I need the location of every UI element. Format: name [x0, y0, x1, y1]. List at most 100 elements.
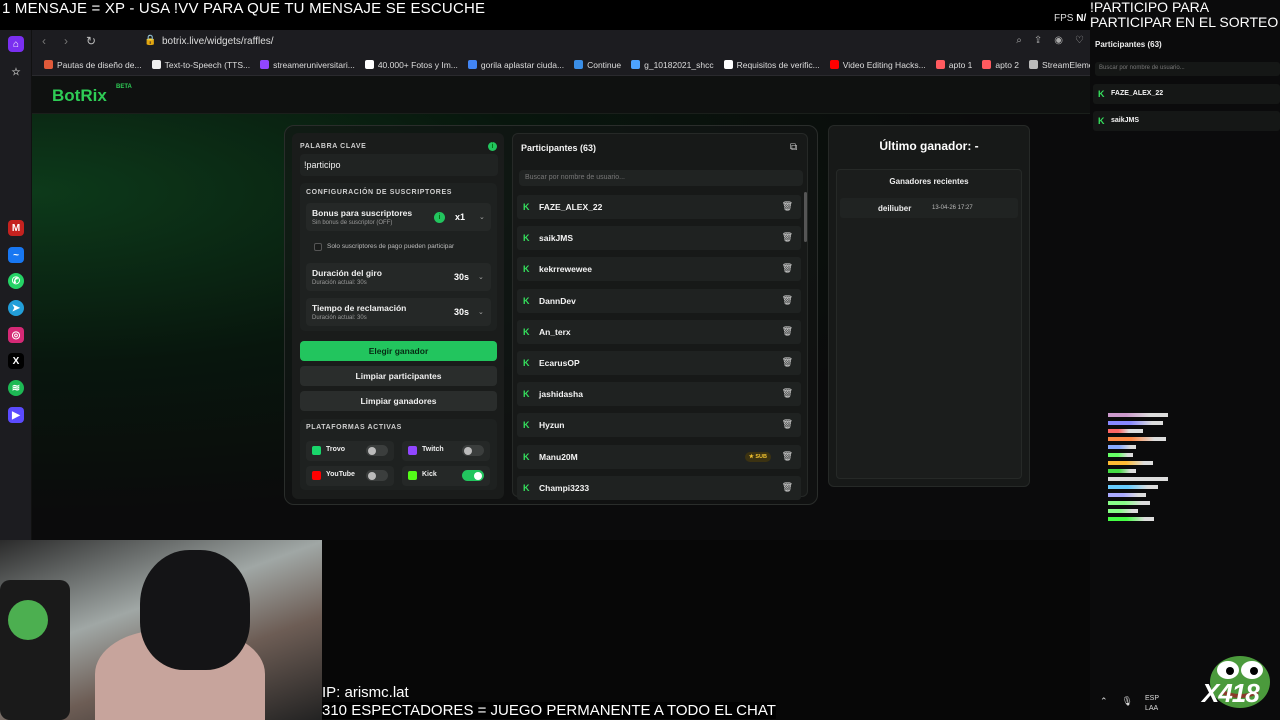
right-participants-title: Participantes (63)	[1095, 40, 1162, 49]
bookmarks-bar: Pautas de diseño de... Text-to-Speech (TT…	[32, 54, 1090, 76]
stream-right-panel: !PARTICIPO PARA PARTICIPAR EN EL SORTEO …	[1090, 0, 1280, 720]
bonus-title: Bonus para suscriptores	[312, 208, 413, 218]
paid-only-row[interactable]: Solo suscriptores de pago pueden partici…	[306, 238, 491, 255]
spotify-icon[interactable]: ≋	[8, 380, 24, 396]
bookmark-favicon-icon	[1029, 60, 1039, 69]
participants-scrollbar[interactable]	[804, 192, 807, 242]
player-icon[interactable]: ▶	[8, 407, 24, 423]
kick-icon: K	[523, 295, 530, 306]
chevron-down-icon[interactable]: ⌄	[479, 213, 485, 221]
platform-toggle[interactable]	[462, 470, 484, 481]
bookmark-item[interactable]: gorila aplastar ciuda...	[467, 60, 564, 70]
bookmark-item[interactable]: 40.000+ Fotos y Im...	[364, 60, 458, 70]
chevron-down-icon[interactable]: ⌄	[478, 308, 484, 316]
right-participant-name: saikJMS	[1111, 117, 1140, 124]
bookmark-icon[interactable]: ♡	[1075, 35, 1084, 46]
clear-winners-button[interactable]: Limpiar ganadores	[300, 391, 497, 411]
participant-name: saikJMS	[539, 233, 574, 244]
camera-icon[interactable]: ◉	[1054, 35, 1063, 46]
bookmark-favicon-icon	[631, 60, 641, 69]
platform-toggle[interactable]	[366, 445, 388, 456]
forward-icon[interactable]: ›	[64, 34, 68, 48]
claim-select[interactable]: 30s	[454, 307, 469, 317]
reload-icon[interactable]: ↻	[86, 34, 96, 48]
trash-icon[interactable]: 🗑	[782, 201, 793, 212]
stream-top-overlay: 1 MENSAJE = XP - USA !VV PARA QUE TU MEN…	[0, 0, 1280, 30]
bookmark-item[interactable]: StreamElements - st...	[1029, 60, 1090, 70]
bookmark-item[interactable]: Text-to-Speech (TTS...	[151, 60, 250, 70]
star-icon[interactable]: ☆	[8, 64, 24, 80]
trovo-icon	[312, 446, 321, 455]
participant-name: An_terx	[539, 326, 571, 337]
mic-icon[interactable]: 🎙	[1122, 696, 1133, 707]
keyword-label: PALABRA CLAVE	[300, 143, 367, 150]
messenger-icon[interactable]: ~	[8, 247, 24, 263]
chevron-down-icon[interactable]: ⌄	[478, 273, 484, 281]
bookmark-item[interactable]: Requisitos de verific...	[723, 60, 820, 70]
beta-badge: BETA	[116, 84, 132, 90]
pick-winner-button[interactable]: Elegir ganador	[300, 341, 497, 361]
share-icon[interactable]: ⇪	[1034, 35, 1042, 46]
botrix-logo[interactable]: BotRix	[52, 86, 107, 106]
kick-icon	[408, 471, 417, 480]
trash-icon[interactable]: 🗑	[782, 451, 793, 462]
participant-row: K An_terx 🗑	[517, 319, 801, 344]
bookmark-item[interactable]: Pautas de diseño de...	[44, 60, 142, 70]
trash-icon[interactable]: 🗑	[782, 263, 793, 274]
telegram-icon[interactable]: ➤	[8, 300, 24, 316]
spin-select[interactable]: 30s	[454, 272, 469, 282]
server-ip-text: IP: arismc.lat	[322, 684, 409, 701]
platform-twitch: Twitch	[402, 441, 490, 461]
viewers-goal-text: 310 ESPECTADORES = JUEGO PERMANENTE A TO…	[322, 702, 776, 719]
bookmark-favicon-icon	[260, 60, 270, 69]
platform-toggle[interactable]	[366, 470, 388, 481]
recent-winners-title: Ganadores recientes	[889, 177, 969, 186]
bookmark-item[interactable]: apto 1	[935, 60, 972, 70]
search-icon[interactable]: ⌕	[1016, 35, 1022, 46]
participant-name: jashidasha	[539, 389, 583, 400]
language-indicator[interactable]: ESP LAA	[1145, 694, 1159, 714]
whatsapp-icon[interactable]: ✆	[8, 273, 24, 289]
instagram-icon[interactable]: ◎	[8, 327, 24, 343]
right-search-input: Buscar por nombre de usuario...	[1095, 62, 1280, 76]
url-field[interactable]: botrix.live/widgets/raffles/	[162, 36, 274, 47]
subscribers-section-label: CONFIGURACIÓN DE SUSCRIPTORES	[306, 189, 453, 196]
trash-icon[interactable]: 🗑	[782, 419, 793, 430]
bookmark-item[interactable]: g_10182021_shcc	[631, 60, 714, 70]
bonus-select[interactable]: x1	[455, 212, 465, 222]
bonus-info-icon[interactable]: i	[434, 212, 445, 223]
participant-row: K DannDev 🗑	[517, 288, 801, 313]
trash-icon[interactable]: 🗑	[782, 482, 793, 493]
recent-winner-date: 13-04-26 17:27	[932, 205, 973, 211]
bookmark-item[interactable]: Video Editing Hacks...	[829, 60, 926, 70]
bookmark-item[interactable]: streameruniversitari...	[260, 60, 355, 70]
participant-row: K Manu20M ★ SUB 🗑	[517, 444, 801, 469]
paid-only-checkbox[interactable]	[314, 243, 322, 251]
overlay-top-message: 1 MENSAJE = XP - USA !VV PARA QUE TU MEN…	[2, 0, 486, 17]
chevron-up-icon[interactable]: ⌃	[1100, 696, 1108, 707]
keyword-input[interactable]: !participo	[300, 154, 498, 176]
fps-counter: FPS N/	[1054, 13, 1087, 24]
right-participant-row: K saikJMS	[1093, 111, 1280, 131]
home-icon[interactable]: ⌂	[8, 36, 24, 52]
trash-icon[interactable]: 🗑	[782, 357, 793, 368]
kick-icon: K	[1098, 89, 1105, 99]
channel-brand: X418	[1202, 678, 1260, 708]
trash-icon[interactable]: 🗑	[782, 326, 793, 337]
copy-icon[interactable]: ⧉	[790, 142, 797, 153]
trash-icon[interactable]: 🗑	[782, 295, 793, 306]
bookmark-item[interactable]: apto 2	[982, 60, 1019, 70]
trash-icon[interactable]: 🗑	[782, 232, 793, 243]
back-icon[interactable]: ‹	[42, 34, 46, 48]
clear-participants-button[interactable]: Limpiar participantes	[300, 366, 497, 386]
platform-toggle[interactable]	[462, 445, 484, 456]
trash-icon[interactable]: 🗑	[782, 388, 793, 399]
bookmark-favicon-icon	[44, 60, 53, 69]
x-icon[interactable]: X	[8, 353, 24, 369]
gmail-icon[interactable]: M	[8, 220, 24, 236]
last-winner-title: Último ganador: -	[879, 139, 979, 153]
recent-winner-row: deiliuber 13-04-26 17:27	[840, 198, 1018, 218]
bookmark-item[interactable]: Continue	[574, 60, 621, 70]
participants-search-input[interactable]: Buscar por nombre de usuario...	[519, 170, 803, 186]
info-icon[interactable]: i	[488, 142, 497, 151]
